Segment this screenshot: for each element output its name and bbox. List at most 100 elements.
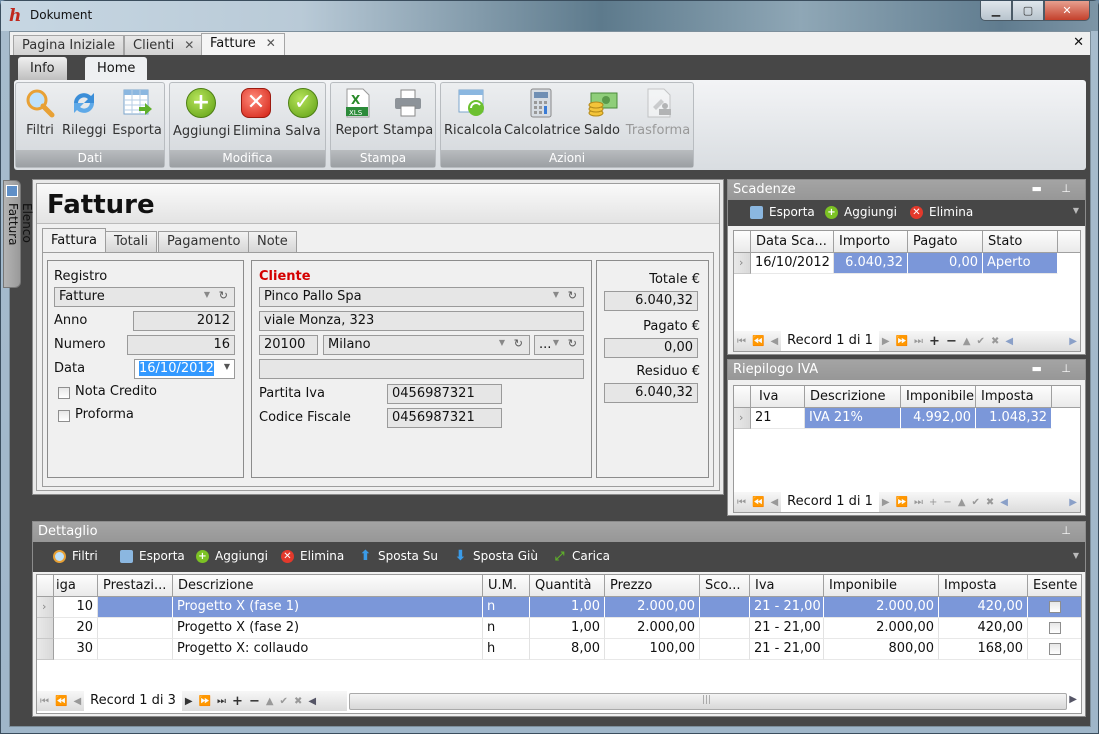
edit-record-icon[interactable]: ▲	[960, 336, 974, 347]
first-record-icon[interactable]: ⏮	[734, 336, 749, 347]
scadenze-esporta-button[interactable]: Esporta	[750, 205, 815, 219]
prev-page-icon[interactable]: ⏪	[52, 696, 70, 707]
column-header[interactable]: Esente	[1028, 575, 1081, 597]
column-header[interactable]: Importo	[834, 231, 908, 253]
ribbon-tab-home[interactable]: Home	[85, 57, 148, 82]
column-header[interactable]: Imponibile	[824, 575, 939, 597]
panel-controls[interactable]: ▬ ⊥	[1032, 362, 1079, 375]
table-cell[interactable]: 21 - 21,00	[750, 597, 824, 618]
next-page-icon[interactable]: ⏩	[196, 696, 214, 707]
report-button[interactable]: X XLS Report	[334, 87, 380, 138]
table-cell[interactable]: 21	[751, 408, 805, 429]
table-cell[interactable]: 6.040,32	[834, 253, 908, 274]
table-cell[interactable]: Aperto	[983, 253, 1058, 274]
column-header[interactable]: Descrizione	[805, 386, 901, 408]
trasforma-button[interactable]: Trasforma	[625, 87, 691, 138]
table-cell[interactable]: 2.000,00	[824, 597, 939, 618]
toolbar-overflow-icon[interactable]: ▼	[1073, 206, 1079, 215]
column-header[interactable]: Pagato	[908, 231, 983, 253]
table-cell[interactable]: Progetto X: collaudo	[173, 639, 483, 660]
scroll-right-icon[interactable]: ▶	[1066, 497, 1080, 508]
table-cell[interactable]: 1,00	[530, 597, 605, 618]
panel-controls[interactable]: ▬ ⊥	[1032, 182, 1079, 195]
close-window-button[interactable]: ✕	[1044, 1, 1090, 21]
table-cell[interactable]: 20	[54, 618, 98, 639]
table-cell[interactable]: Progetto X (fase 2)	[173, 618, 483, 639]
column-header[interactable]: Imposta	[939, 575, 1028, 597]
dettaglio-aggiungi-button[interactable]: + Aggiungi	[196, 549, 268, 563]
row-indicator-icon[interactable]: ›	[734, 253, 751, 274]
scadenze-elimina-button[interactable]: ✕ Elimina	[910, 205, 973, 219]
esente-checkbox[interactable]	[1049, 622, 1061, 634]
column-header[interactable]: Iva	[750, 575, 824, 597]
pin-icon[interactable]: ⊥	[1061, 524, 1079, 537]
table-cell[interactable]: 2.000,00	[824, 618, 939, 639]
table-cell[interactable]	[98, 597, 173, 618]
column-header[interactable]: Iva	[751, 386, 805, 408]
extra-address-input[interactable]	[259, 359, 584, 379]
add-record-icon[interactable]: +	[926, 334, 943, 349]
esente-checkbox[interactable]	[1049, 601, 1061, 613]
table-cell[interactable]: 2.000,00	[605, 618, 700, 639]
column-header[interactable]: Prestazi...	[98, 575, 173, 597]
table-cell[interactable]	[700, 597, 750, 618]
table-cell[interactable]: 420,00	[939, 597, 1028, 618]
dettaglio-elimina-button[interactable]: ✕ Elimina	[281, 549, 344, 563]
first-record-icon[interactable]: ⏮	[37, 696, 52, 707]
calcolatrice-button[interactable]: Calcolatrice	[504, 87, 581, 138]
elimina-button[interactable]: ✕ Elimina	[233, 87, 281, 139]
table-cell[interactable]: 21 - 21,00	[750, 618, 824, 639]
stampa-button[interactable]: Stampa	[383, 87, 433, 138]
add-record-icon[interactable]: +	[926, 497, 940, 508]
table-cell[interactable]: 1.048,32	[976, 408, 1052, 429]
data-date-picker[interactable]: 16/10/2012 ▼	[134, 359, 235, 379]
close-tab-icon[interactable]: ✕	[266, 36, 276, 50]
last-record-icon[interactable]: ⏭	[911, 497, 926, 508]
remove-record-icon[interactable]: −	[246, 694, 263, 709]
table-cell[interactable]	[700, 618, 750, 639]
scroll-left-icon[interactable]: ◀	[1002, 336, 1016, 347]
dettaglio-filtri-button[interactable]: Filtri	[53, 549, 98, 563]
registro-select[interactable]: Fatture ▼ ↻	[54, 287, 235, 307]
tab-fattura[interactable]: Fattura	[42, 228, 106, 253]
esporta-button[interactable]: Esporta	[112, 87, 162, 138]
esente-checkbox[interactable]	[1049, 643, 1061, 655]
horizontal-scrollbar[interactable]: |||	[349, 693, 1067, 710]
column-header[interactable]: Data Sca...	[751, 231, 834, 253]
row-indicator-icon[interactable]: ›	[734, 408, 751, 429]
maximize-button[interactable]: ▢	[1012, 1, 1044, 21]
last-record-icon[interactable]: ⏭	[214, 696, 229, 707]
add-record-icon[interactable]: +	[229, 694, 246, 709]
last-record-icon[interactable]: ⏭	[911, 336, 926, 347]
scroll-left-icon[interactable]: ◀	[997, 497, 1011, 508]
edit-record-icon[interactable]: ▲	[955, 497, 969, 508]
sposta-su-button[interactable]: ⬆ Sposta Su	[359, 549, 438, 564]
ricalcola-button[interactable]: Ricalcola	[444, 87, 502, 138]
table-cell[interactable]: 2.000,00	[605, 597, 700, 618]
prev-page-icon[interactable]: ⏪	[749, 497, 767, 508]
cancel-icon[interactable]: ✖	[983, 497, 997, 508]
prev-record-icon[interactable]: ◀	[70, 696, 84, 707]
next-page-icon[interactable]: ⏩	[893, 336, 911, 347]
row-header[interactable]	[37, 618, 54, 639]
chevron-down-icon[interactable]: ▼	[224, 362, 230, 371]
province-select[interactable]: ... ▼ ↻	[534, 335, 584, 355]
close-document-button[interactable]: ✕	[1073, 35, 1084, 50]
saldo-button[interactable]: Saldo	[582, 87, 622, 138]
table-cell[interactable]	[700, 639, 750, 660]
cancel-icon[interactable]: ✖	[291, 696, 305, 707]
next-record-icon[interactable]: ▶	[879, 336, 893, 347]
elenco-fattura-side-tab[interactable]: Elenco Fattura	[3, 180, 34, 288]
prev-record-icon[interactable]: ◀	[767, 497, 781, 508]
first-record-icon[interactable]: ⏮	[734, 497, 749, 508]
rileggi-button[interactable]: Rileggi	[62, 87, 106, 138]
table-cell[interactable]: h	[483, 639, 530, 660]
table-cell[interactable]: IVA 21%	[805, 408, 901, 429]
prev-record-icon[interactable]: ◀	[767, 336, 781, 347]
table-cell[interactable]: 100,00	[605, 639, 700, 660]
minimize-button[interactable]: ▁	[980, 1, 1012, 21]
table-cell[interactable]: 10	[54, 597, 98, 618]
partita-iva-input[interactable]: 0456987321	[387, 384, 502, 404]
table-cell[interactable]: 21 - 21,00	[750, 639, 824, 660]
table-cell[interactable]: 800,00	[824, 639, 939, 660]
